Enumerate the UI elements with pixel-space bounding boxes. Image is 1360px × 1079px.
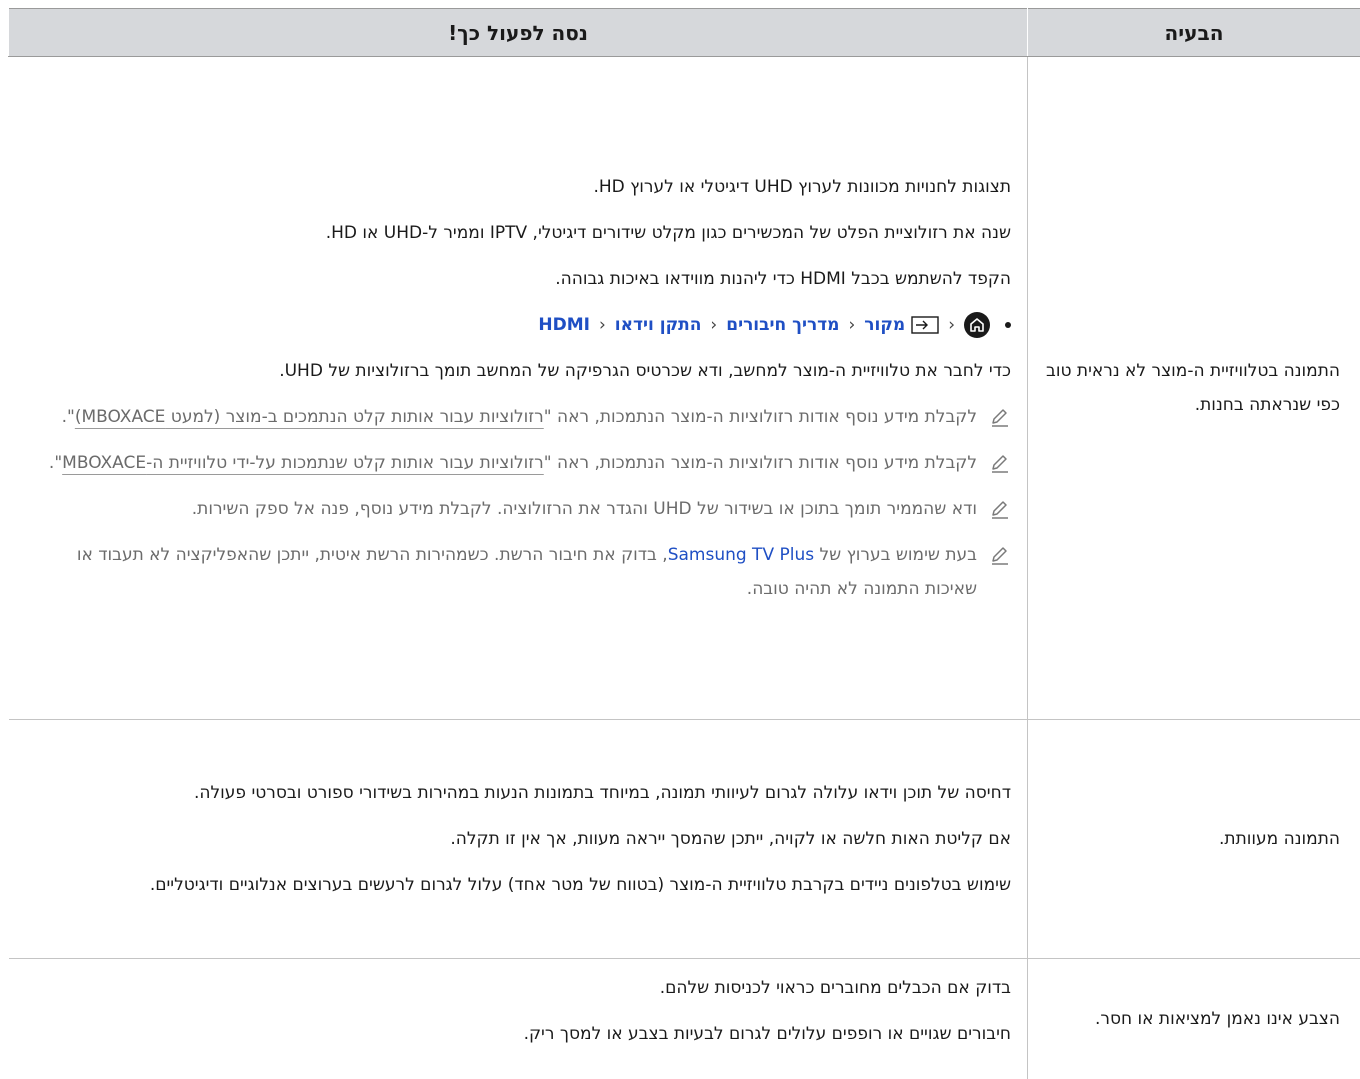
note-text-part: ". xyxy=(49,453,62,473)
page: הבעיה נסה לפעול כך! התמונה בטלוויזיית ה-… xyxy=(0,0,1360,1038)
solution-cell: דחיסה של תוכן וידאו עלולה לגרום לעיוותי … xyxy=(9,720,1028,959)
path-item-source[interactable]: מקור xyxy=(864,308,939,342)
solution-paragraph: כדי לחבר את טלוויזיית ה-מוצר למחשב, ודא … xyxy=(21,354,1012,388)
chevron-left-icon: ‹ xyxy=(948,308,955,342)
chevron-left-icon: ‹ xyxy=(848,308,855,342)
solution-cell: תצוגות לחנויות מכוונות לערוץ UHD דיגיטלי… xyxy=(9,57,1028,720)
solution-paragraph: בדוק אם הכבלים מחוברים כראוי לכניסות שלה… xyxy=(21,971,1012,1005)
problem-cell: התמונה בטלוויזיית ה-מוצר לא נראית טוב כפ… xyxy=(1028,57,1360,720)
note: בעת שימוש בערוץ של Samsung TV Plus, בדוק… xyxy=(21,538,1012,606)
note-text: לקבלת מידע נוסף אודות רזולוציות ה-מוצר ה… xyxy=(49,446,977,480)
header-problem: הבעיה xyxy=(1028,9,1360,57)
solution-paragraph: דחיסה של תוכן וידאו עלולה לגרום לעיוותי … xyxy=(21,776,1012,810)
note-text: בעת שימוש בערוץ של Samsung TV Plus, בדוק… xyxy=(21,538,978,606)
table-header-row: הבעיה נסה לפעול כך! xyxy=(9,9,1360,57)
problem-cell: התמונה מעוותת. xyxy=(1028,720,1360,959)
solution-paragraph: אם קליטת האות חלשה או לקויה, ייתכן שהמסך… xyxy=(21,822,1012,856)
problem-cell: הצבע אינו נאמן למציאות או חסר. xyxy=(1028,959,1360,1079)
solution-cell: בדוק אם הכבלים מחוברים כראוי לכניסות שלה… xyxy=(9,959,1028,1079)
note: לקבלת מידע נוסף אודות רזולוציות ה-מוצר ה… xyxy=(21,400,1012,434)
note-text: לקבלת מידע נוסף אודות רזולוציות ה-מוצר ה… xyxy=(62,400,977,434)
path-item-video-device[interactable]: התקן וידאו xyxy=(615,308,702,342)
troubleshooting-table: הבעיה נסה לפעול כך! התמונה בטלוויזיית ה-… xyxy=(8,8,1360,1079)
chevron-left-icon: ‹ xyxy=(599,308,606,342)
note-text-part: ". xyxy=(62,407,75,427)
solution-paragraph: חיבורים שגויים או רופפים עלולים לגרום לב… xyxy=(21,1017,1012,1051)
solution-paragraph: תצוגות לחנויות מכוונות לערוץ UHD דיגיטלי… xyxy=(21,170,1012,204)
samsung-tv-plus-link[interactable]: Samsung TV Plus xyxy=(668,545,814,565)
home-icon[interactable] xyxy=(964,312,990,338)
cross-reference-link[interactable]: רזולוציות עבור אותות קלט שנתמכות על-ידי … xyxy=(62,453,544,473)
solution-paragraph: שימוש בטלפונים ניידים בקרבת טלוויזיית ה-… xyxy=(21,868,1012,902)
note-text: ודא שהממיר תומך בתוכן או בשידור של UHD ו… xyxy=(192,492,977,526)
path-item-hdmi[interactable]: HDMI xyxy=(538,308,590,342)
cross-reference-link[interactable]: רזולוציות עבור אותות קלט הנתמכים ב-מוצר … xyxy=(75,407,544,427)
bullet-icon xyxy=(1005,322,1011,328)
pencil-icon xyxy=(989,498,1011,525)
menu-path: ‹ מקור ‹ מדריך חיבורים ‹ התקן וידאו ‹ HD… xyxy=(21,308,1012,342)
note: לקבלת מידע נוסף אודות רזולוציות ה-מוצר ה… xyxy=(21,446,1012,480)
solution-paragraph: הקפד להשתמש בכבל HDMI כדי ליהנות מווידאו… xyxy=(21,262,1012,296)
source-icon xyxy=(911,316,939,334)
path-label-source: מקור xyxy=(864,308,905,342)
table-row: הצבע אינו נאמן למציאות או חסר. בדוק אם ה… xyxy=(9,959,1360,1079)
chevron-left-icon: ‹ xyxy=(710,308,717,342)
note: ודא שהממיר תומך בתוכן או בשידור של UHD ו… xyxy=(21,492,1012,526)
note-text-part: בעת שימוש בערוץ של xyxy=(814,545,977,565)
solution-paragraph: שנה את רזולוציית הפלט של המכשירים כגון מ… xyxy=(21,216,1012,250)
pencil-icon xyxy=(989,544,1011,571)
table-row: התמונה מעוותת. דחיסה של תוכן וידאו עלולה… xyxy=(9,720,1360,959)
pencil-icon xyxy=(989,406,1011,433)
pencil-icon xyxy=(989,452,1011,479)
note-text-part: לקבלת מידע נוסף אודות רזולוציות ה-מוצר ה… xyxy=(544,407,977,427)
table-row: התמונה בטלוויזיית ה-מוצר לא נראית טוב כפ… xyxy=(9,57,1360,720)
path-item-connection-guide[interactable]: מדריך חיבורים xyxy=(726,308,839,342)
header-solution: נסה לפעול כך! xyxy=(9,9,1028,57)
note-text-part: לקבלת מידע נוסף אודות רזולוציות ה-מוצר ה… xyxy=(544,453,977,473)
